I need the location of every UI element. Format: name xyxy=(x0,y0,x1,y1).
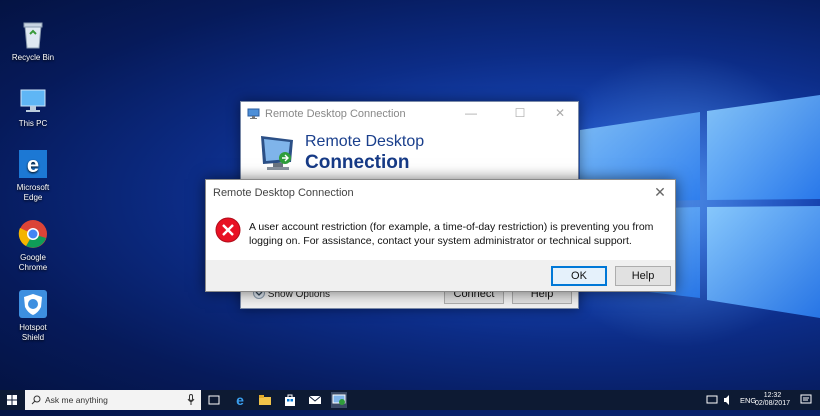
store-icon[interactable] xyxy=(282,392,298,408)
error-message: A user account restriction (for example,… xyxy=(249,221,654,247)
rdc-taskbar-icon[interactable] xyxy=(331,392,347,408)
desktop-icon-label: Google xyxy=(20,253,46,262)
svg-text:e: e xyxy=(236,392,244,408)
desktop-icon-label: Hotspot xyxy=(19,323,47,332)
chrome-icon xyxy=(17,218,49,250)
desktop-icon-chrome[interactable]: Google Chrome xyxy=(6,218,60,273)
rdc-title: Remote Desktop Connection xyxy=(265,108,406,120)
close-icon[interactable]: ✕ xyxy=(649,182,671,202)
desktop-icon-label: Recycle Bin xyxy=(11,53,55,62)
desktop-icon-label: Edge xyxy=(23,193,43,202)
ok-button[interactable]: OK xyxy=(551,266,607,286)
error-dialog: Remote Desktop Connection ✕ A user accou… xyxy=(205,179,676,292)
task-view-icon[interactable] xyxy=(206,392,222,408)
desktop-icon-this-pc[interactable]: This PC xyxy=(6,84,60,129)
desktop-icon-label: Shield xyxy=(21,333,45,342)
error-dialog-body: Remote Desktop Connection ✕ A user accou… xyxy=(206,180,675,260)
language-indicator[interactable]: ENG xyxy=(740,396,756,416)
help-button[interactable]: Help xyxy=(615,266,671,286)
error-icon xyxy=(215,217,241,243)
clock-date: 02/08/2017 xyxy=(754,400,790,407)
network-icon[interactable] xyxy=(706,394,718,414)
clock[interactable]: 12:32 02/08/2017 xyxy=(755,392,790,408)
recycle-bin-icon xyxy=(17,18,49,50)
minimize-button[interactable]: — xyxy=(456,102,486,126)
windows-start-icon xyxy=(7,395,17,405)
this-pc-icon xyxy=(17,84,49,116)
microphone-icon[interactable] xyxy=(187,394,195,406)
rdc-banner-line2: Connection xyxy=(305,152,410,173)
desktop-icon-edge[interactable]: e Microsoft Edge xyxy=(6,148,60,203)
mail-icon[interactable] xyxy=(307,392,323,408)
error-dialog-title: Remote Desktop Connection xyxy=(213,187,354,199)
hotspot-shield-icon xyxy=(17,288,49,320)
file-explorer-icon[interactable] xyxy=(257,392,273,408)
search-box[interactable]: Ask me anything xyxy=(25,390,201,410)
rdc-titlebar[interactable]: Remote Desktop Connection — ☐ ✕ xyxy=(241,102,578,126)
rdc-banner-line1: Remote Desktop xyxy=(305,133,425,150)
desktop-icon-label: This PC xyxy=(18,119,48,128)
start-button[interactable] xyxy=(0,390,24,410)
desktop-icon-label: Microsoft xyxy=(16,183,50,192)
desktop-icon-recycle-bin[interactable]: Recycle Bin xyxy=(6,18,60,63)
rdc-app-icon xyxy=(247,108,260,119)
maximize-button[interactable]: ☐ xyxy=(505,102,535,126)
edge-icon: e xyxy=(17,148,49,180)
svg-text:e: e xyxy=(27,152,39,177)
desktop-icon-label: Chrome xyxy=(18,263,48,272)
notifications-icon[interactable] xyxy=(800,394,812,414)
search-placeholder: Ask me anything xyxy=(45,395,108,405)
edge-taskbar-icon[interactable]: e xyxy=(232,392,248,408)
desktop-icon-hotspot-shield[interactable]: Hotspot Shield xyxy=(6,288,60,343)
search-icon xyxy=(31,395,41,405)
volume-icon[interactable] xyxy=(722,394,734,414)
rdc-banner: Remote Desktop Connection xyxy=(241,126,578,182)
rdc-monitor-icon xyxy=(261,136,293,170)
taskbar: Ask me anything e ENG 12:32 02/08/2017 xyxy=(0,390,820,410)
clock-time: 12:32 xyxy=(763,392,782,399)
close-button[interactable]: ✕ xyxy=(545,102,575,126)
